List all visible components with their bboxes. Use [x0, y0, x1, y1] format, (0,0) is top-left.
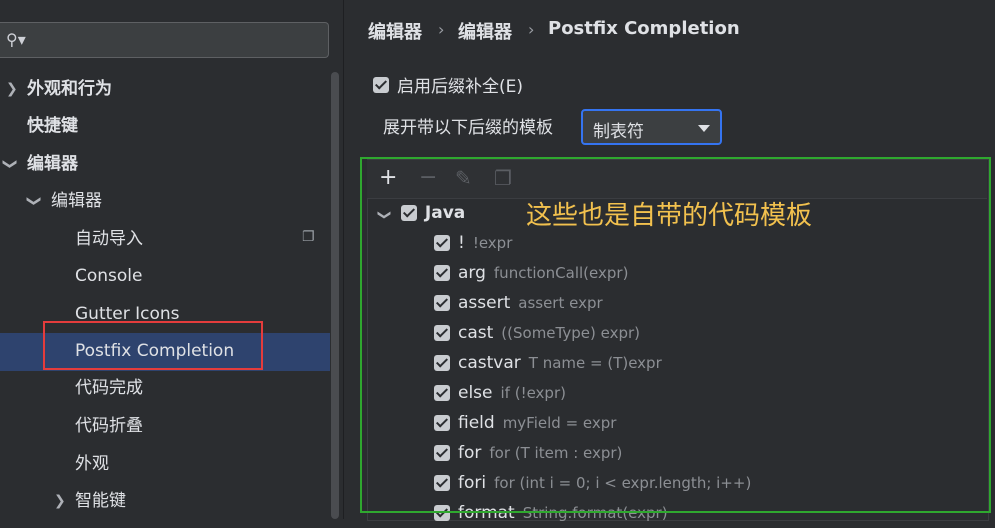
project-settings-icon: ❐ [302, 229, 315, 245]
chevron-down-icon [698, 125, 710, 132]
expand-key-value: 制表符 [593, 122, 644, 142]
enable-postfix-label: 启用后缀补全(E) [397, 77, 524, 97]
chevron-down-icon[interactable]: ❯ [16, 195, 52, 207]
chevron-right-icon: › [438, 20, 445, 39]
chevron-right-icon: › [528, 20, 535, 39]
sidebar-item-editor[interactable]: 编辑器 [27, 146, 78, 182]
search-input[interactable]: ⚲▾ [0, 22, 329, 58]
breadcrumb-item[interactable]: 编辑器 [458, 18, 512, 44]
sidebar-item-keymap[interactable]: 快捷键 [27, 108, 78, 144]
chevron-right-icon[interactable]: ❯ [6, 71, 18, 107]
sidebar-item-appearance[interactable]: 外观和行为 [27, 71, 112, 107]
search-icon: ⚲▾ [6, 30, 26, 49]
enable-postfix-checkbox[interactable] [373, 76, 389, 93]
sidebar-item-editor-general[interactable]: 编辑器 [51, 183, 102, 219]
settings-sidebar: ⚲▾ ❯ 外观和行为 快捷键 ❯ 编辑器 ❯ 编辑器 自动导入 ❐ Consol… [0, 0, 344, 519]
sidebar-item-code-completion[interactable]: 代码完成 [75, 370, 143, 406]
expand-key-dropdown[interactable]: 制表符 [581, 109, 722, 145]
sidebar-scrollbar[interactable] [331, 72, 339, 519]
chevron-right-icon[interactable]: ❯ [54, 483, 66, 519]
page-title: Postfix Completion [548, 18, 740, 39]
sidebar-item-code-folding[interactable]: 代码折叠 [75, 408, 143, 444]
sidebar-item-auto-import[interactable]: 自动导入 [75, 221, 143, 257]
sidebar-item-smart-keys[interactable]: 智能键 [75, 483, 126, 519]
expand-key-label: 展开带以下后缀的模板 [383, 118, 553, 138]
breadcrumb-item[interactable]: 编辑器 [368, 18, 422, 44]
annotation-text: 这些也是自带的代码模板 [526, 201, 813, 231]
enable-postfix-option[interactable]: 启用后缀补全(E) [373, 72, 524, 97]
red-highlight-annotation [43, 321, 263, 370]
sidebar-item-console[interactable]: Console [75, 258, 143, 294]
sidebar-item-appearance-sub[interactable]: 外观 [75, 446, 109, 482]
chevron-down-icon[interactable]: ❯ [0, 158, 28, 170]
